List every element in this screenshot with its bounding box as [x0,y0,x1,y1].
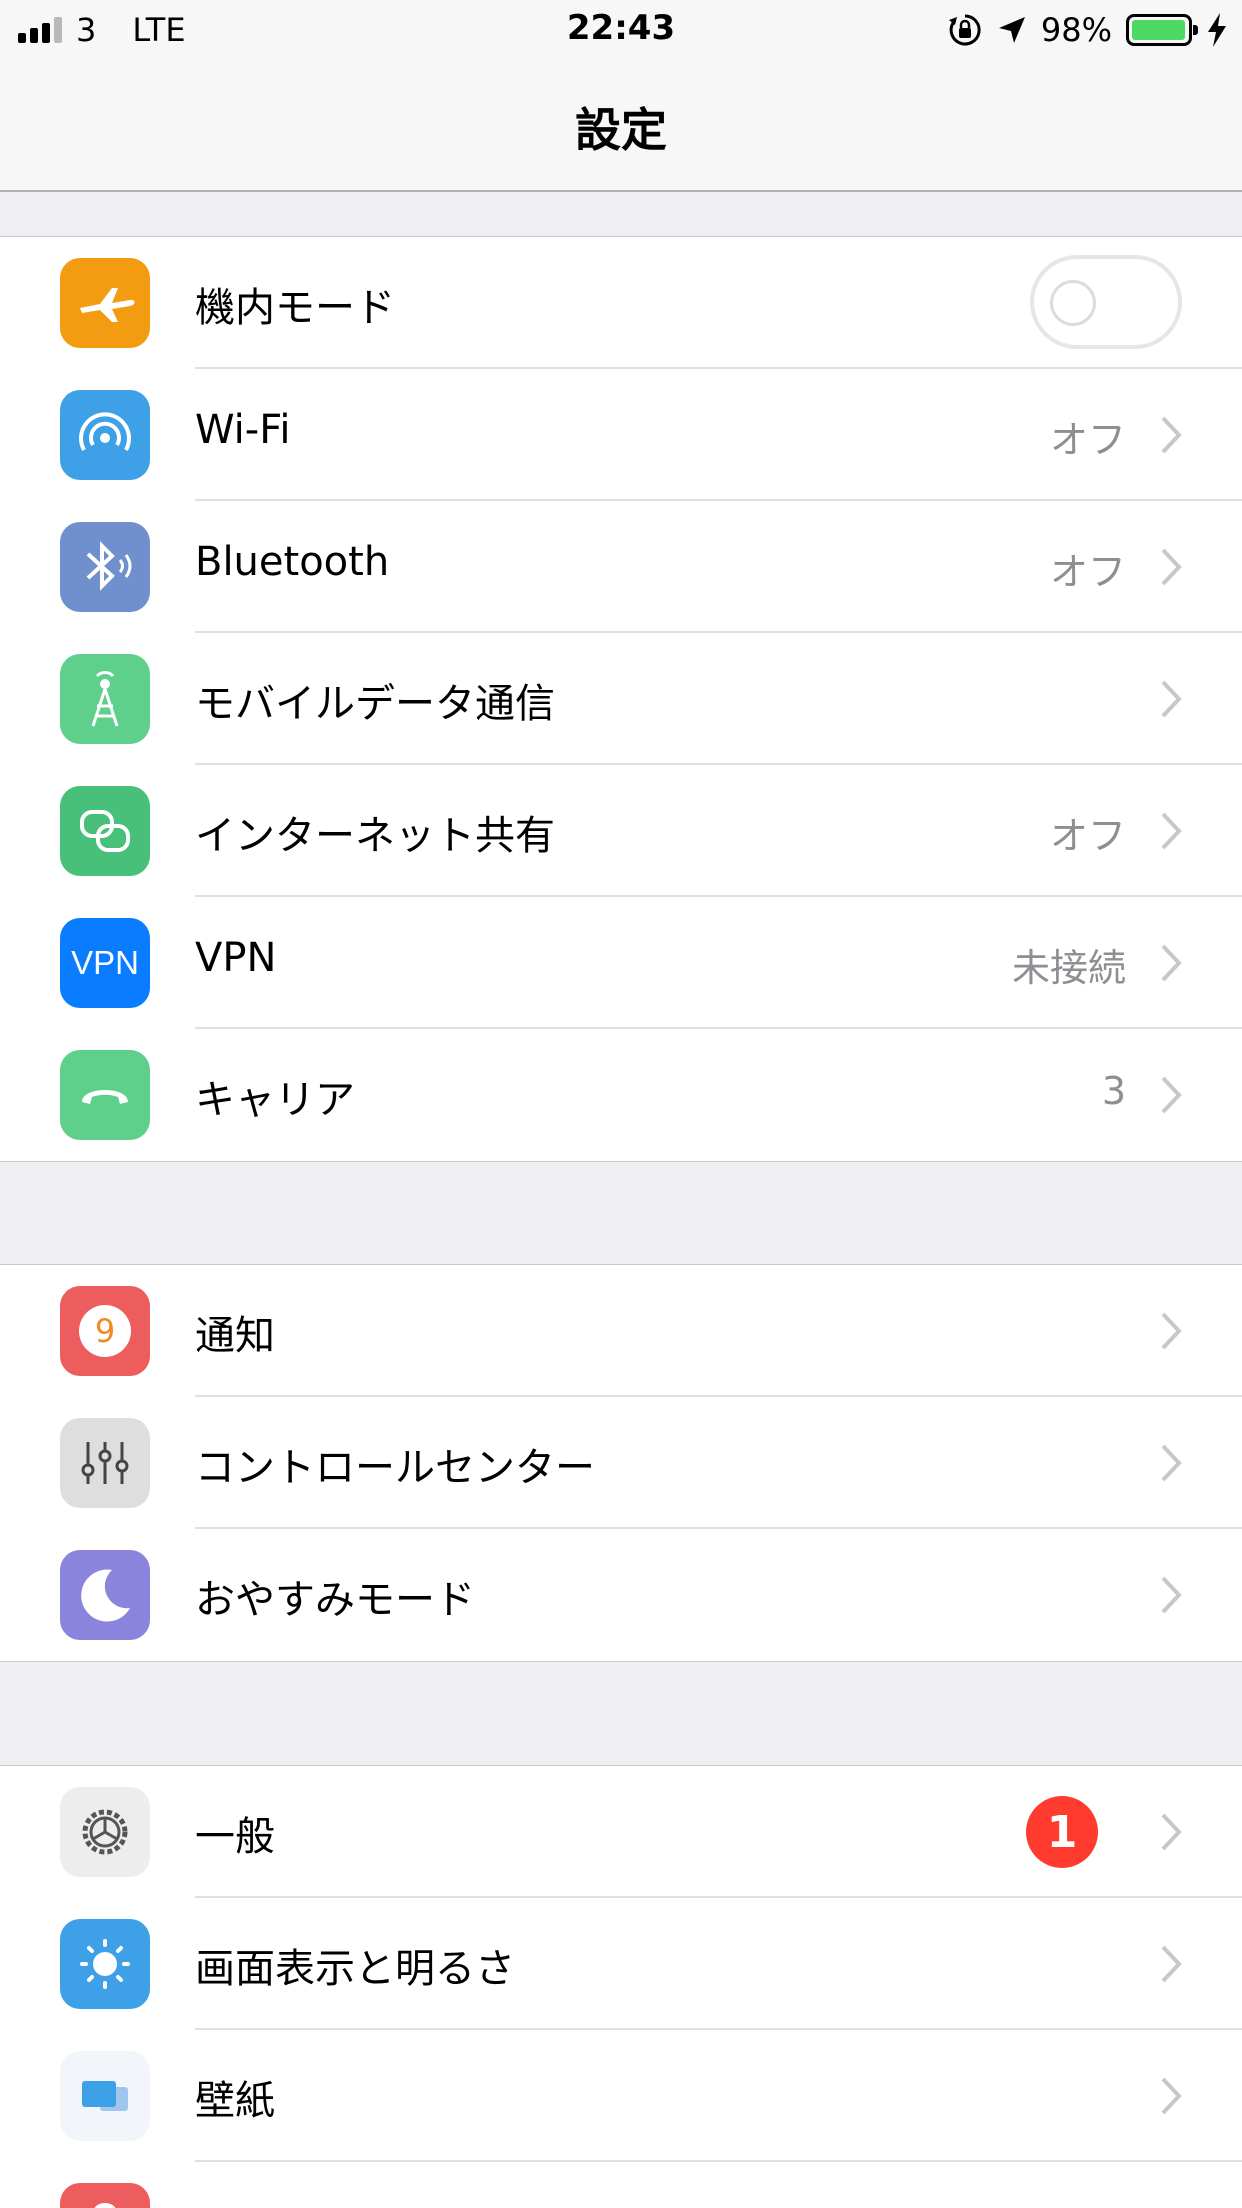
notifications-icon: 9 [60,1286,150,1376]
settings-row-wallpaper[interactable]: 壁紙 [0,2030,1242,2162]
row-value: 3 [1101,1069,1126,1113]
airplane-icon [60,258,150,348]
settings-row-do-not-disturb[interactable]: おやすみモード [0,1529,1242,1661]
row-label: おやすみモード [195,1577,475,1623]
chevron-right-icon [1161,548,1182,586]
chevron-right-icon [1161,2077,1182,2115]
settings-row-carrier[interactable]: キャリア 3 [0,1029,1242,1161]
rotation-lock-icon [948,14,981,46]
wallpaper-icon [60,2051,150,2141]
status-right: 98% [947,10,1228,50]
chevron-right-icon [1161,680,1182,718]
row-value: オフ [1049,814,1126,858]
settings-row-general[interactable]: 一般 1 [0,1766,1242,1898]
settings-row-personal-hotspot[interactable]: インターネット共有 オフ [0,765,1242,897]
chevron-right-icon [1161,1576,1182,1614]
settings-row-sounds[interactable] [0,2162,1242,2208]
chevron-right-icon [1161,1945,1182,1983]
battery-percent: 98% [1040,11,1112,49]
settings-row-vpn[interactable]: VPN VPN 未接続 [0,897,1242,1029]
row-label: インターネット共有 [195,813,555,859]
row-value: オフ [1049,418,1126,462]
chevron-right-icon [1161,1813,1182,1851]
vpn-icon: VPN [60,918,150,1008]
charging-bolt-icon [1208,13,1226,47]
row-label: 機内モード [195,285,395,331]
chevron-right-icon [1161,1444,1182,1482]
row-label: Bluetooth [195,539,390,585]
row-label: 通知 [195,1313,275,1359]
row-value: オフ [1049,550,1126,594]
settings-row-notifications[interactable]: 9 通知 [0,1265,1242,1397]
navigation-bar: 設定 [0,60,1242,192]
cellular-icon [60,654,150,744]
update-badge: 1 [1026,1796,1098,1868]
airplane-mode-toggle[interactable] [1030,255,1182,349]
row-label: キャリア [195,1077,355,1123]
control-center-icon [60,1418,150,1508]
notification-icon-text: 9 [94,1312,116,1350]
general-group: 一般 1 画面表示と明るさ 壁紙 [0,1765,1242,2208]
bluetooth-icon [60,522,150,612]
chevron-right-icon [1161,416,1182,454]
row-label: 一般 [195,1814,275,1860]
page-title: 設定 [575,103,667,157]
row-value: 未接続 [1011,946,1126,990]
row-label: モバイルデータ通信 [195,681,555,727]
toggle-knob [1050,280,1096,326]
battery-level [1132,20,1185,40]
settings-row-wifi[interactable]: Wi-Fi オフ [0,369,1242,501]
sounds-icon [60,2183,150,2208]
settings-row-display-brightness[interactable]: 画面表示と明るさ [0,1898,1242,2030]
location-arrow-icon [998,17,1025,43]
gear-icon [60,1787,150,1877]
row-label: Wi-Fi [195,407,291,453]
row-label: 画面表示と明るさ [195,1946,515,1992]
chevron-right-icon [1161,944,1182,982]
settings-row-cellular[interactable]: モバイルデータ通信 [0,633,1242,765]
chevron-right-icon [1161,1076,1182,1114]
battery-icon [1126,14,1198,46]
settings-row-bluetooth[interactable]: Bluetooth オフ [0,501,1242,633]
connectivity-group: 機内モード Wi-Fi オフ Bluetooth オフ モバイルデータ通信 イン… [0,236,1242,1162]
settings-row-control-center[interactable]: コントロールセンター [0,1397,1242,1529]
notifications-group: 9 通知 コントロールセンター おやすみモード [0,1264,1242,1662]
settings-row-airplane-mode[interactable]: 機内モード [0,237,1242,369]
row-label: VPN [195,935,277,981]
hotspot-icon [60,786,150,876]
chevron-right-icon [1161,1312,1182,1350]
row-label: 壁紙 [195,2078,275,2124]
brightness-icon [60,1919,150,2009]
status-bar: 3 LTE 22:43 98% [0,0,1242,60]
moon-icon [60,1550,150,1640]
vpn-icon-text: VPN [71,944,139,981]
row-label: コントロールセンター [195,1445,595,1491]
wifi-icon [60,390,150,480]
phone-icon [60,1050,150,1140]
chevron-right-icon [1161,812,1182,850]
